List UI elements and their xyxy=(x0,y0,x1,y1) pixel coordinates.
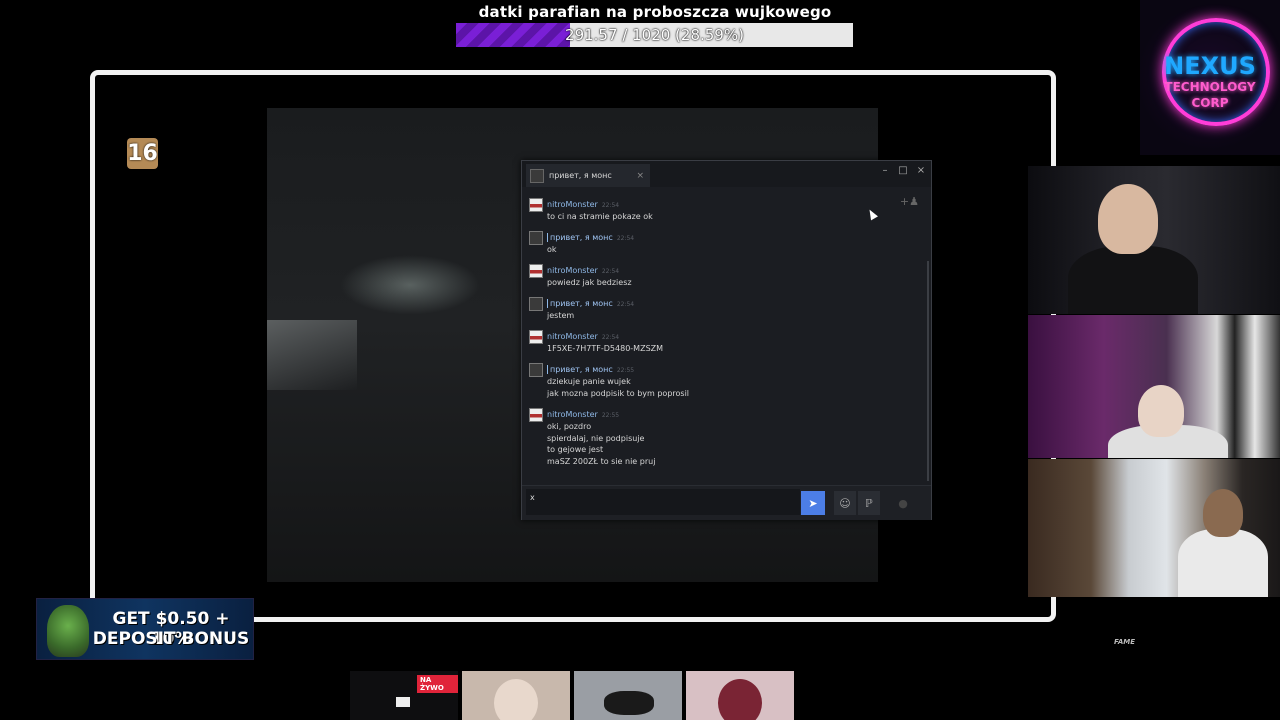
nexus-logo: NEXUS TECHNOLOGY CORP xyxy=(1140,0,1280,155)
tile-thumbnail xyxy=(604,691,654,715)
emoji-icon: ☺ xyxy=(839,496,851,510)
avatar[interactable] xyxy=(529,231,543,245)
message-timestamp: 22:55 xyxy=(616,367,635,374)
chat-titlebar: привет, я монс × – □ × xyxy=(522,161,931,187)
logo-subtitle-1: TECHNOLOGY xyxy=(1164,80,1256,94)
message-author[interactable]: nitroMonster xyxy=(547,200,598,209)
stream-tile-4[interactable] xyxy=(686,671,794,720)
message-text: maSZ 200ZŁ to sie nie pruj xyxy=(547,456,656,466)
video-scene-light xyxy=(267,320,357,390)
logo-name: NEXUS xyxy=(1164,52,1256,80)
webcam-person-head xyxy=(1138,385,1184,437)
fame-watermark: FAME xyxy=(1114,638,1136,646)
message-timestamp: 22:54 xyxy=(601,268,620,275)
message-text: oki, pozdro xyxy=(547,422,592,431)
logo-subtitle-2: CORP xyxy=(1191,96,1229,110)
chat-tab-title: привет, я монс xyxy=(549,171,612,180)
close-icon[interactable]: × xyxy=(636,171,644,181)
message-timestamp: 22:54 xyxy=(616,301,635,308)
message-header: nitroMonster 22:54 xyxy=(547,200,619,209)
chat-input[interactable]: x xyxy=(526,489,800,515)
goal-title: datki parafian na proboszcza wujkowego xyxy=(478,3,832,21)
monitor-icon xyxy=(396,697,410,707)
message-timestamp: 22:54 xyxy=(601,334,620,341)
message-text: to ci na stramie pokaze ok xyxy=(547,212,653,221)
chat-message-list: nitroMonster 22:54 to ci na stramie pokaze… xyxy=(522,191,927,481)
send-button[interactable]: ➤ xyxy=(801,491,825,515)
webcam-person-body xyxy=(1178,529,1268,597)
chat-composer: x ➤ ☺ ℙ ● xyxy=(522,485,931,520)
avatar[interactable] xyxy=(529,264,543,278)
message-header: nitroMonster 22:54 xyxy=(547,266,619,275)
avatar[interactable] xyxy=(529,198,543,212)
avatar[interactable] xyxy=(529,363,543,377)
message-header: nitroMonster 22:55 xyxy=(547,410,619,419)
deposit-bonus-ad[interactable]: GET $0.50 + 10% DEPOSIT BONUS xyxy=(36,598,254,660)
age-rating-badge: 16 xyxy=(127,138,158,169)
microphone-icon: ● xyxy=(898,496,908,510)
message-text: jak mozna podpisik to bym poprosil xyxy=(547,388,690,398)
emoji-button[interactable]: ☺ xyxy=(834,491,856,515)
live-badge: NA ŻYWO xyxy=(417,675,458,693)
message-author[interactable]: nitroMonster xyxy=(547,332,598,341)
webcam-person-head xyxy=(1098,184,1158,254)
message-header: привет, я монс 22:54 xyxy=(547,299,634,308)
webcam-person-body xyxy=(1068,246,1198,314)
avatar[interactable] xyxy=(529,408,543,422)
message-timestamp: 22:54 xyxy=(601,202,620,209)
chat-tab[interactable]: привет, я монс × xyxy=(526,164,650,187)
message-header: nitroMonster 22:54 xyxy=(547,332,619,341)
tile-thumbnail xyxy=(718,679,762,720)
message-timestamp: 22:54 xyxy=(616,235,635,242)
stream-tile-3[interactable] xyxy=(574,671,682,720)
goal-progress-text: 291.57 / 1020 (28.59%) xyxy=(565,26,744,44)
webcam-1 xyxy=(1028,166,1280,314)
message-header: привет, я монс 22:54 xyxy=(547,233,634,242)
avatar[interactable] xyxy=(529,297,543,311)
video-scene-glow xyxy=(340,255,480,315)
webcam-2 xyxy=(1028,315,1280,458)
webcam-3 xyxy=(1028,459,1280,597)
minimize-button[interactable]: – xyxy=(878,165,892,176)
message-author[interactable]: привет, я монс xyxy=(547,233,613,242)
goal-progress-bar: 291.57 / 1020 (28.59%) xyxy=(456,23,853,47)
stream-tile-1[interactable]: NA ŻYWO xyxy=(350,671,458,720)
message-timestamp: 22:55 xyxy=(601,412,620,419)
webcam-person-head xyxy=(1203,489,1243,537)
voice-button[interactable]: ● xyxy=(892,491,914,515)
avatar xyxy=(530,168,544,183)
stream-tile-2[interactable] xyxy=(462,671,570,720)
avatar[interactable] xyxy=(529,330,543,344)
message-text: spierdalaj, nie podpisuje xyxy=(547,433,645,443)
message-text: to gejowe jest xyxy=(547,445,604,454)
message-text: jestem xyxy=(547,311,575,320)
message-author[interactable]: nitroMonster xyxy=(547,410,598,419)
chat-scrollbar[interactable] xyxy=(927,261,929,481)
message-author[interactable]: nitroMonster xyxy=(547,266,598,275)
message-text: powiedz jak bedziesz xyxy=(547,278,632,287)
message-text: 1F5XE-7H7TF-D5480-MZSZM xyxy=(547,344,664,353)
ad-mascot-image xyxy=(47,605,89,657)
message-author[interactable]: привет, я монс xyxy=(547,299,613,308)
message-header: привет, я монс 22:55 xyxy=(547,365,634,374)
ad-subheadline: DEPOSIT BONUS xyxy=(92,629,250,649)
message-author[interactable]: привет, я монс xyxy=(547,365,613,374)
paperclip-icon: ℙ xyxy=(865,496,873,510)
message-text: ok xyxy=(547,245,557,254)
send-icon: ➤ xyxy=(808,496,818,510)
attach-button[interactable]: ℙ xyxy=(858,491,880,515)
message-text: dziekuje panie wujek xyxy=(547,377,631,386)
tile-thumbnail xyxy=(494,679,538,720)
maximize-button[interactable]: □ xyxy=(896,165,910,176)
window-close-button[interactable]: × xyxy=(914,165,928,176)
